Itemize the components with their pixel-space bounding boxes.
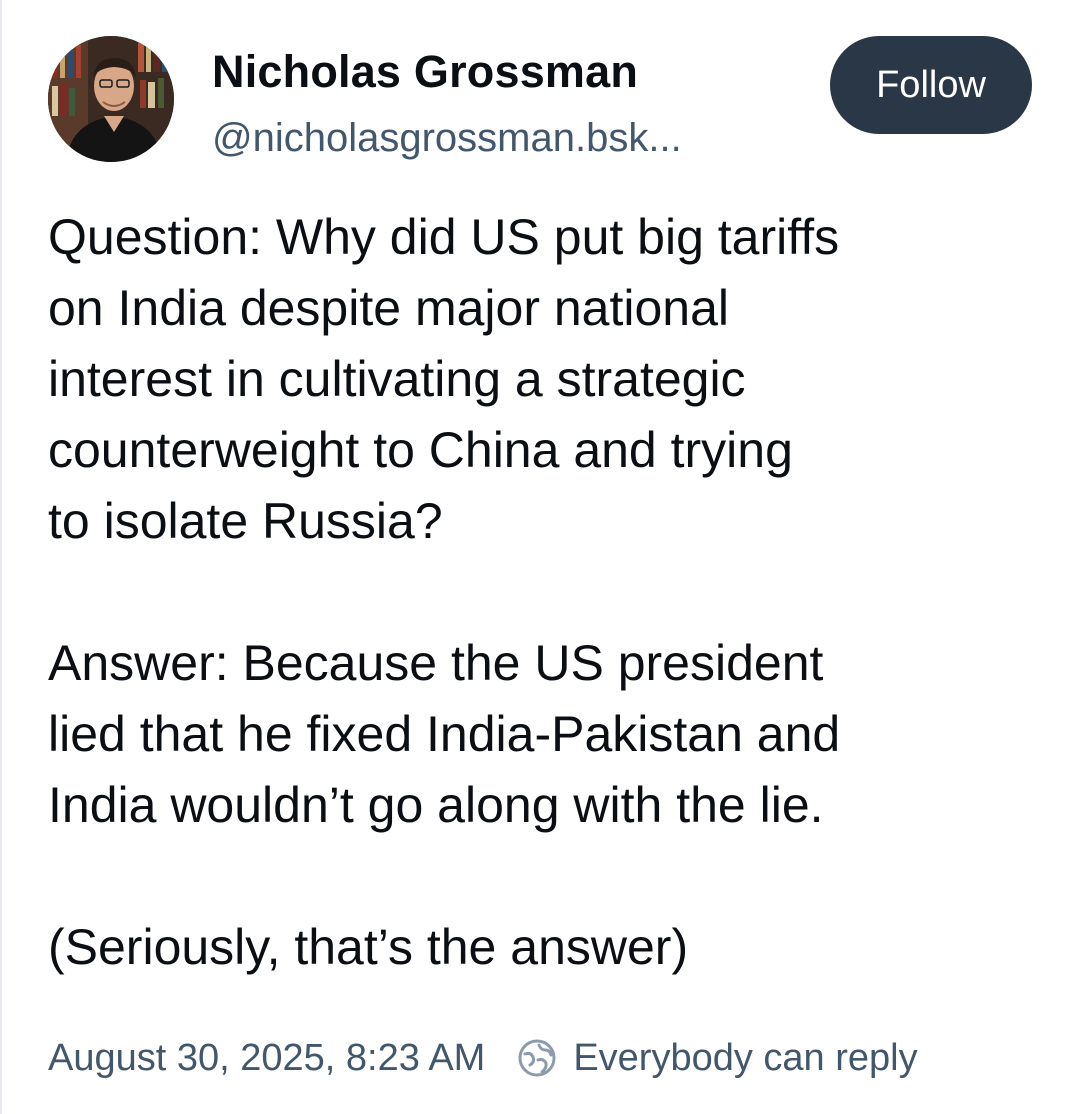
post-footer: August 30, 2025, 8:23 AM Everybody can r… [48, 1032, 1048, 1084]
post-line: on India despite major national [48, 280, 730, 336]
globe-reply-icon [515, 1036, 559, 1080]
post-line: (Seriously, that’s the answer) [48, 919, 689, 975]
post-text: Question: Why did US put big tariffs on … [48, 202, 1048, 983]
post-line: counterweight to China and trying [48, 422, 793, 478]
author-name[interactable]: Nicholas Grossman [212, 46, 638, 98]
post-line: interest in cultivating a strategic [48, 351, 746, 407]
post-line: Question: Why did US put big tariffs [48, 209, 840, 265]
post-header: Nicholas Grossman @nicholasgrossman.bsk.… [48, 36, 1038, 166]
left-border-divider [0, 0, 2, 1114]
post-line: to isolate Russia? [48, 493, 443, 549]
avatar[interactable] [48, 36, 174, 162]
post-timestamp[interactable]: August 30, 2025, 8:23 AM [48, 1037, 485, 1080]
post-line: lied that he fixed India-Pakistan and [48, 706, 841, 762]
post-line: India wouldn’t go along with the lie. [48, 777, 824, 833]
author-handle[interactable]: @nicholasgrossman.bsk... [212, 116, 682, 161]
avatar-image [48, 36, 174, 162]
follow-button[interactable]: Follow [830, 36, 1032, 134]
post-line: Answer: Because the US president [48, 635, 824, 691]
reply-setting-label[interactable]: Everybody can reply [573, 1037, 917, 1080]
